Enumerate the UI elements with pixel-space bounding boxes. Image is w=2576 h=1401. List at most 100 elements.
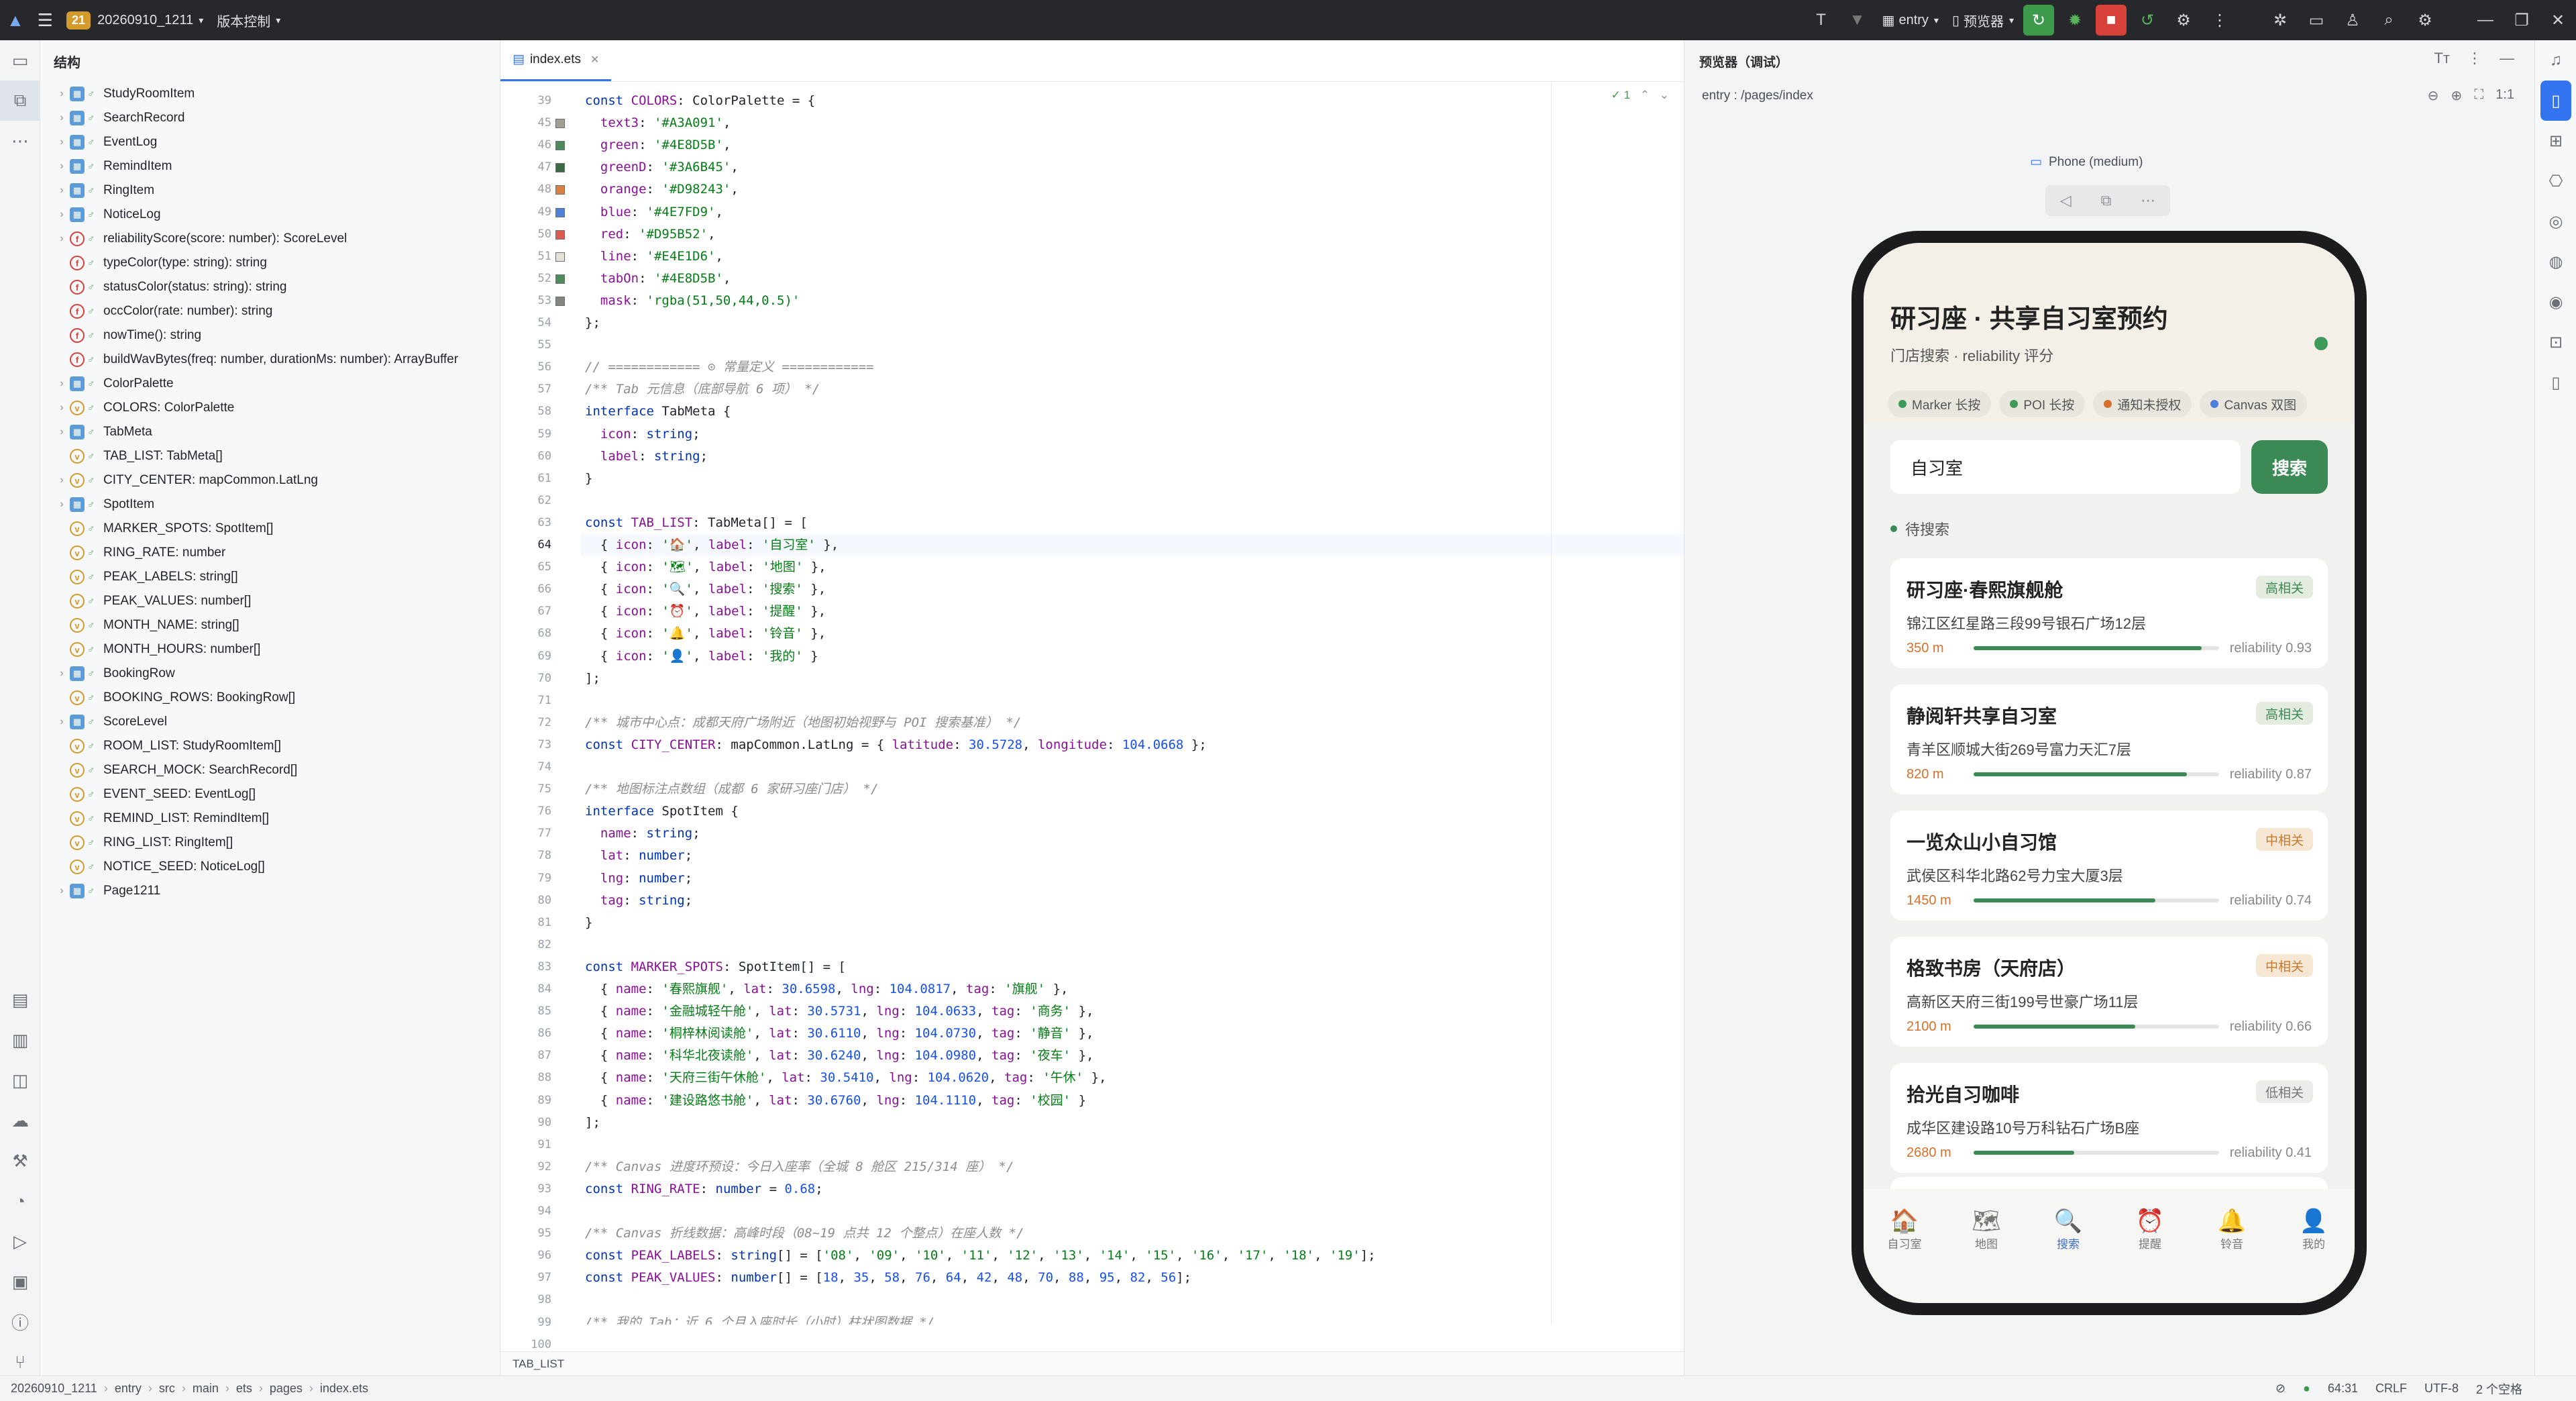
notifications-icon[interactable]: ♫ [2535, 40, 2576, 81]
device-icon[interactable]: ⊞ [2535, 121, 2576, 161]
font-icon[interactable]: Tт [2434, 50, 2450, 67]
room-card[interactable]: 一览众山小自习馆 武侯区科华北路62号力宝大厦3层 中相关 1450 m reliabi… [1890, 811, 2328, 921]
tree-item[interactable]: v ♂ TAB_LIST: TabMeta[] [40, 444, 500, 468]
tree-item[interactable]: v ♂ MARKER_SPOTS: SpotItem[] [40, 517, 500, 541]
color-swatch-icon[interactable] [555, 252, 565, 262]
minimize-icon[interactable]: — [2500, 50, 2514, 67]
problems-icon[interactable]: ⓘ [0, 1302, 40, 1342]
chevron-right-icon[interactable]: › [54, 474, 70, 486]
run-tool-icon[interactable]: ▷ [0, 1221, 40, 1261]
color-swatch-icon[interactable] [555, 296, 565, 306]
code-line[interactable]: { icon: '🗺', label: '地图' }, [585, 556, 826, 578]
log-icon[interactable]: ▤ [0, 980, 40, 1020]
zoom-out-icon[interactable]: ⊖ [2428, 87, 2439, 104]
code-line[interactable]: /** 城市中心点：成都天府广场附近（地图初始视野与 POI 搜索基准） */ [585, 712, 1021, 734]
code-line[interactable]: /** Canvas 进度环预设：今日入座率（全城 8 舱区 215/314 座… [585, 1156, 1014, 1178]
nav-tab[interactable]: 🗺 地图 [1949, 1208, 2023, 1303]
code-line[interactable]: label: string; [585, 446, 708, 468]
device-select[interactable]: ▯ 预览器 ▾ [1945, 0, 2021, 40]
file-encoding[interactable]: UTF-8 [2424, 1382, 2459, 1396]
run-icon[interactable]: ↻ [2023, 5, 2054, 36]
code-line[interactable]: const COLORS: ColorPalette = { [585, 90, 815, 112]
code-line[interactable]: interface TabMeta { [585, 401, 731, 423]
inspection-indicator[interactable]: ✓ 1 ⌃ ⌄ [1611, 89, 1669, 102]
tree-item[interactable]: › ▦ ♂ ScoreLevel [40, 710, 500, 734]
code-line[interactable]: { name: '春熙旗舰', lat: 30.6598, lng: 104.0… [585, 978, 1069, 1000]
color-swatch-icon[interactable] [555, 163, 565, 173]
code-line[interactable]: }; [585, 312, 600, 334]
build-icon[interactable]: ⚒ [0, 1141, 40, 1181]
code-line[interactable]: mask: 'rgba(51,50,44,0.5)' [585, 290, 800, 312]
tree-item[interactable]: › ▦ ♂ BookingRow [40, 662, 500, 686]
chevron-right-icon[interactable]: › [54, 885, 70, 897]
rotate-icon[interactable]: ⧉ [2101, 192, 2112, 209]
tree-item[interactable]: v ♂ PEAK_LABELS: string[] [40, 565, 500, 589]
breadcrumb-item[interactable]: pages [270, 1382, 303, 1396]
room-card[interactable]: 拾光自习咖啡 成华区建设路10号万科钻石广场B座 低相关 2680 m reliabil… [1890, 1063, 2328, 1173]
code-line[interactable]: interface SpotItem { [585, 800, 739, 823]
chevron-right-icon[interactable]: › [54, 185, 70, 197]
tab-index-ets[interactable]: ▤ index.ets ✕ [500, 40, 612, 81]
project-switcher[interactable]: 21 20260910_1211 ▾ [60, 0, 210, 40]
code-line[interactable]: icon: string; [585, 423, 700, 446]
tree-item[interactable]: › ▦ ♂ Page1211 [40, 879, 500, 903]
room-card[interactable]: 研习座·春熙旗舰舱 锦江区红星路三段99号银石广场12层 高相关 350 m relia… [1890, 558, 2328, 668]
color-swatch-icon[interactable] [555, 141, 565, 151]
code-line[interactable]: /** Tab 元信息（底部导航 6 项） */ [585, 378, 820, 401]
tree-item[interactable]: v ♂ MONTH_HOURS: number[] [40, 637, 500, 662]
chevron-right-icon[interactable]: › [54, 160, 70, 172]
stop-icon[interactable]: ■ [2096, 5, 2127, 36]
breadcrumb-item[interactable]: src [159, 1382, 175, 1396]
code-line[interactable]: lng: number; [585, 868, 692, 890]
eye-icon[interactable]: ◉ [2535, 282, 2576, 322]
actual-size-icon[interactable]: 1:1 [2496, 87, 2514, 104]
caret-position[interactable]: 64:31 [2328, 1382, 2358, 1396]
tree-item[interactable]: v ♂ PEAK_VALUES: number[] [40, 589, 500, 613]
tree-item[interactable]: › ▦ ♂ SpotItem [40, 492, 500, 517]
code-area[interactable]: const COLORS: ColorPalette = { text3: '#… [585, 82, 1618, 1325]
components-icon[interactable]: ◎ [2535, 201, 2576, 242]
terminal-icon[interactable]: ▣ [0, 1261, 40, 1302]
settings-cog-icon[interactable]: ✲ [2265, 5, 2296, 36]
code-line[interactable]: const PEAK_LABELS: string[] = ['08', '09… [585, 1245, 1376, 1267]
tree-item[interactable]: › ▦ ♂ StudyRoomItem [40, 82, 500, 106]
close-tab-icon[interactable]: ✕ [590, 53, 599, 66]
tree-item[interactable]: › ▦ ♂ RingItem [40, 178, 500, 203]
font-size-icon[interactable]: T [1806, 5, 1837, 36]
code-line[interactable]: /** 我的 Tab：近 6 个月入座时长（小时）柱状图数据 */ [585, 1312, 934, 1325]
run-config-select[interactable]: ▦ entry ▾ [1876, 0, 1945, 40]
code-line[interactable]: line: '#E4E1D6', [585, 246, 723, 268]
nav-tab[interactable]: 👤 我的 [2277, 1208, 2351, 1303]
code-line[interactable]: const MARKER_SPOTS: SpotItem[] = [ [585, 956, 846, 978]
sync-status-icon[interactable]: ● [2303, 1382, 2310, 1396]
color-swatch-icon[interactable] [555, 119, 565, 129]
code-line[interactable]: { name: '金融城轻午舱', lat: 30.5731, lng: 104… [585, 1000, 1094, 1023]
profiler-tool-icon[interactable]: ◔ [0, 1181, 40, 1221]
code-line[interactable]: { icon: '⏰', label: '提醒' }, [585, 601, 826, 623]
tree-item[interactable]: › ▦ ♂ EventLog [40, 130, 500, 154]
fit-icon[interactable]: ⛶ [2474, 87, 2483, 104]
restart-icon[interactable]: ↺ [2132, 5, 2163, 36]
more-tools-icon[interactable]: ⋯ [0, 121, 40, 161]
services-icon[interactable]: ☁ [0, 1100, 40, 1141]
device-label[interactable]: ▭ Phone (medium) [2030, 154, 2143, 170]
inspector-icon[interactable]: ⎔ [2535, 161, 2576, 201]
todo-icon[interactable]: ▥ [0, 1020, 40, 1060]
line-ending[interactable]: CRLF [2375, 1382, 2407, 1396]
vcs-menu[interactable]: 版本控制 ▾ [210, 0, 287, 40]
zoom-in-icon[interactable]: ⊕ [2451, 87, 2462, 104]
tree-item[interactable]: › v ♂ COLORS: ColorPalette [40, 396, 500, 420]
tree-item[interactable]: › v ♂ CITY_CENTER: mapCommon.LatLng [40, 468, 500, 492]
chevron-right-icon[interactable]: › [54, 499, 70, 511]
color-swatch-icon[interactable] [555, 207, 565, 217]
code-line[interactable]: const PEAK_VALUES: number[] = [18, 35, 5… [585, 1267, 1191, 1289]
color-swatch-icon[interactable] [555, 274, 565, 284]
code-line[interactable]: } [585, 912, 592, 934]
tree-item[interactable]: v ♂ BOOKING_ROWS: BookingRow[] [40, 686, 500, 710]
hammer-icon[interactable]: ▼ [1842, 5, 1873, 36]
layers-icon[interactable]: ◍ [2535, 242, 2576, 282]
code-line[interactable]: const RING_RATE: number = 0.68; [585, 1178, 823, 1200]
tree-item[interactable]: v ♂ RING_LIST: RingItem[] [40, 831, 500, 855]
warning-icon[interactable]: ⊘ [2275, 1382, 2286, 1396]
tree-item[interactable]: › ▦ ♂ RemindItem [40, 154, 500, 178]
